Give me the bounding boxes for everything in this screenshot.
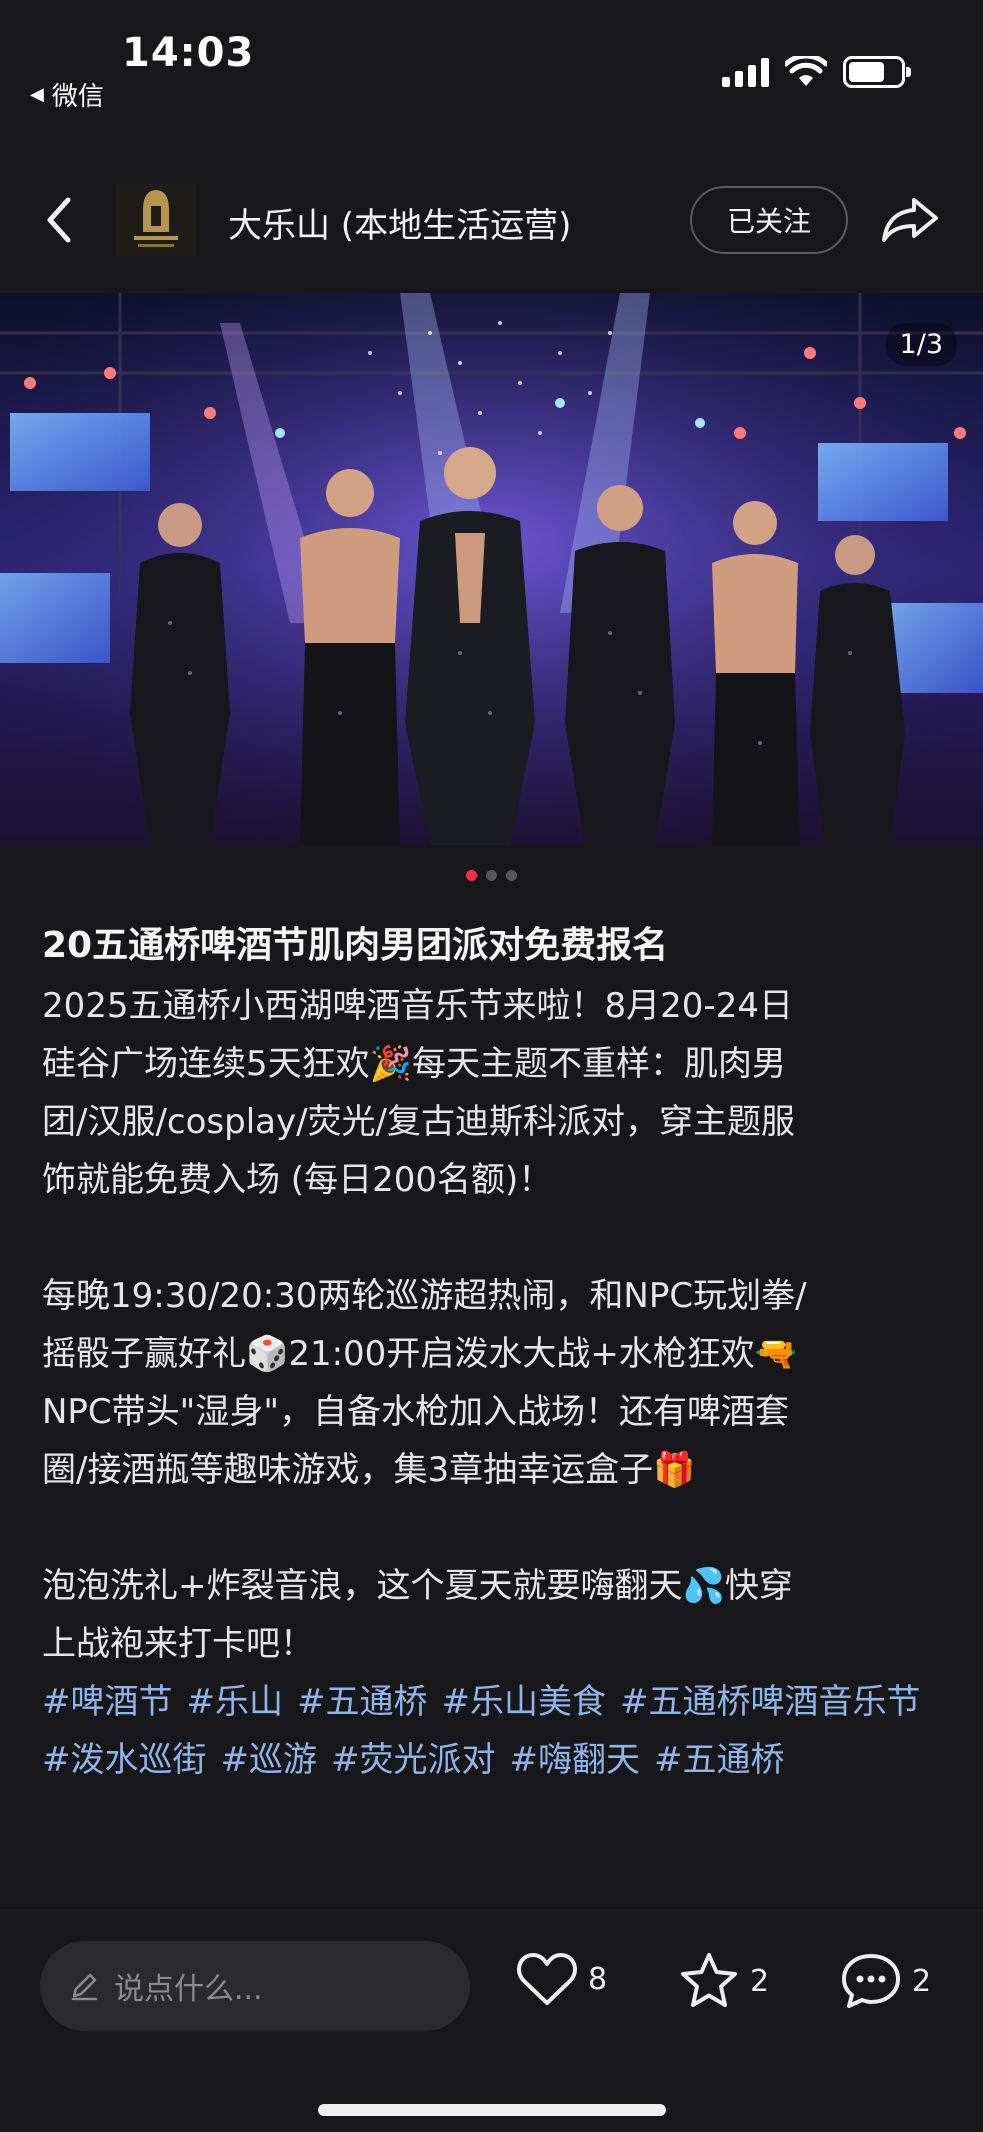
comment-count: 2 bbox=[912, 1963, 932, 1999]
tag-link[interactable]: #乐山美食 bbox=[442, 1682, 607, 1722]
post-tags: #啤酒节 #乐山 #五通桥 #乐山美食 #五通桥啤酒音乐节 #泼水巡街 #巡游 #荧光派对 #嗨… bbox=[42, 1673, 947, 1789]
like-count: 8 bbox=[588, 1961, 608, 1997]
wifi-icon bbox=[785, 56, 827, 86]
post-paragraph-1: 2025五通桥小西湖啤酒音乐节来啦！8月20-24日 硅谷广场连续5天狂欢🎉每天… bbox=[42, 986, 796, 1200]
tag-link[interactable]: #五通桥 bbox=[297, 1682, 428, 1722]
back-arrow-icon[interactable] bbox=[36, 192, 86, 248]
account-name[interactable]: 大乐山 (本地生活运营) bbox=[228, 198, 571, 247]
favorite-button[interactable]: 2 bbox=[678, 1951, 769, 2011]
content-fade bbox=[0, 1880, 983, 1910]
image-page-indicator: 1/3 bbox=[885, 323, 957, 366]
share-icon[interactable] bbox=[880, 194, 940, 246]
bottom-action-bar: 说点什么... 8 2 2 bbox=[0, 1910, 983, 2132]
star-icon bbox=[681, 1953, 737, 2007]
post-image-carousel[interactable]: 1/3 bbox=[0, 293, 983, 845]
tag-link[interactable]: #巡游 bbox=[221, 1740, 318, 1780]
status-icons bbox=[722, 56, 911, 88]
screen: 14:03 ◀ 微信 大乐山 (本地生活运营) 已关注 1/3 20五通桥啤酒节… bbox=[0, 0, 983, 2132]
tag-link[interactable]: #荧光派对 bbox=[331, 1740, 496, 1780]
tag-link[interactable]: #乐山 bbox=[187, 1682, 284, 1722]
tag-link[interactable]: #泼水巡街 bbox=[42, 1740, 207, 1780]
comment-button[interactable]: 2 bbox=[840, 1951, 931, 2011]
tag-link[interactable]: #嗨翻天 bbox=[510, 1740, 641, 1780]
tag-link[interactable]: #五通桥 bbox=[654, 1740, 785, 1780]
post-title: 20五通桥啤酒节肌肉男团派对免费报名 bbox=[42, 925, 669, 966]
back-triangle-icon: ◀ bbox=[30, 84, 44, 105]
status-time: 14:03 bbox=[122, 30, 255, 76]
follow-button[interactable]: 已关注 bbox=[690, 186, 848, 254]
post-header: 大乐山 (本地生活运营) 已关注 bbox=[0, 170, 983, 270]
tag-link[interactable]: #五通桥啤酒音乐节 bbox=[620, 1682, 921, 1722]
home-indicator[interactable] bbox=[318, 2104, 666, 2116]
cellular-signal-icon bbox=[722, 57, 769, 87]
status-bar: 14:03 ◀ 微信 bbox=[0, 0, 983, 120]
back-app-label: 微信 bbox=[51, 82, 104, 112]
comment-bubble-icon bbox=[842, 1954, 900, 2008]
post-paragraph-2: 每晚19:30/20:30两轮巡游超热闹，和NPC玩划拳/ 摇骰子赢好礼🎲21:… bbox=[42, 1276, 807, 1490]
concert-stage-image bbox=[0, 293, 983, 845]
carousel-dot-3 bbox=[506, 870, 517, 881]
favorite-count: 2 bbox=[750, 1963, 770, 1999]
heart-icon bbox=[517, 1953, 577, 2005]
comment-placeholder: 说点什么... bbox=[114, 1972, 263, 2007]
account-avatar[interactable] bbox=[116, 184, 196, 256]
post-paragraph-3: 泡泡洗礼+炸裂音浪，这个夏天就要嗨翻天💦快穿 上战袍来打卡吧！ bbox=[42, 1566, 793, 1664]
carousel-dot-1 bbox=[466, 870, 477, 881]
back-to-app-link[interactable]: ◀ 微信 bbox=[30, 76, 104, 113]
carousel-dots bbox=[0, 870, 983, 881]
like-button[interactable]: 8 bbox=[516, 1951, 607, 2007]
pencil-icon bbox=[71, 1973, 98, 2001]
carousel-dot-2 bbox=[486, 870, 497, 881]
comment-input[interactable]: 说点什么... bbox=[40, 1941, 470, 2031]
battery-icon bbox=[843, 56, 911, 88]
tag-link[interactable]: #啤酒节 bbox=[42, 1682, 173, 1722]
post-content: 20五通桥啤酒节肌肉男团派对免费报名 2025五通桥小西湖啤酒音乐节来啦！8月2… bbox=[42, 915, 947, 1789]
